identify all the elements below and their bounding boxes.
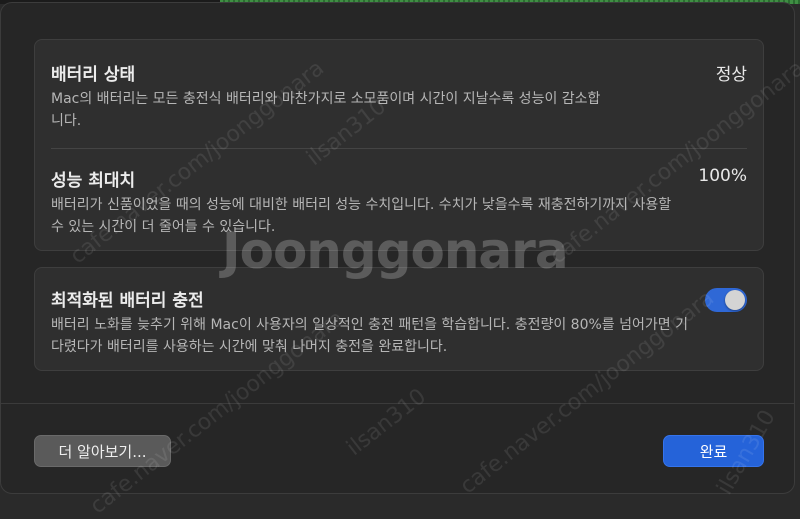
done-button[interactable]: 완료 bbox=[663, 435, 764, 467]
optimized-charging-toggle[interactable] bbox=[705, 288, 747, 312]
battery-dialog: 배터리 상태 정상 Mac의 배터리는 모든 충전식 배터리와 마찬가지로 소모… bbox=[0, 2, 795, 494]
max-capacity-value: 100% bbox=[698, 166, 747, 186]
battery-health-description: Mac의 배터리는 모든 충전식 배터리와 마찬가지로 소모품이며 시간이 지날… bbox=[51, 91, 601, 129]
battery-health-title: 배터리 상태 bbox=[51, 65, 136, 85]
optimized-charging-title: 최적화된 배터리 충전 bbox=[51, 291, 204, 311]
optimized-charging-description: 배터리 노화를 늦추기 위해 Mac이 사용자의 일상적인 충전 패턴을 학습합… bbox=[51, 317, 688, 355]
group-divider bbox=[51, 148, 747, 149]
max-capacity-row: 성능 최대치 100% 배터리가 신품이었을 때의 성능에 대비한 배터리 성능… bbox=[51, 166, 747, 246]
footer-divider bbox=[1, 403, 794, 404]
learn-more-button[interactable]: 더 알아보기... bbox=[34, 435, 171, 467]
max-capacity-description: 배터리가 신품이었을 때의 성능에 대비한 배터리 성능 수치입니다. 수치가 … bbox=[51, 197, 672, 235]
battery-health-value: 정상 bbox=[715, 65, 747, 85]
battery-health-row: 배터리 상태 정상 Mac의 배터리는 모든 충전식 배터리와 마찬가지로 소모… bbox=[51, 60, 747, 156]
max-capacity-title: 성능 최대치 bbox=[51, 171, 136, 191]
optimized-charging-group: 최적화된 배터리 충전 배터리 노화를 늦추기 위해 Mac이 사용자의 일상적… bbox=[34, 267, 764, 371]
toggle-knob bbox=[725, 290, 745, 310]
optimized-charging-row: 최적화된 배터리 충전 배터리 노화를 늦추기 위해 Mac이 사용자의 일상적… bbox=[51, 286, 747, 366]
battery-info-group: 배터리 상태 정상 Mac의 배터리는 모든 충전식 배터리와 마찬가지로 소모… bbox=[34, 39, 764, 251]
